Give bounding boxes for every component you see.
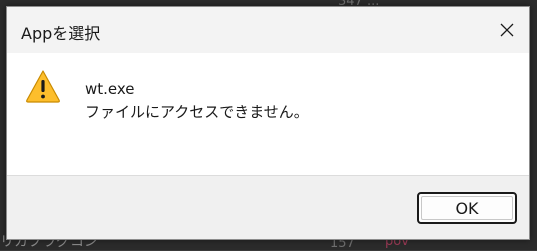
ok-button-label: OK — [455, 198, 479, 218]
dialog-content: wt.exe ファイルにアクセスできません。 — [7, 53, 529, 175]
dialog-footer: OK — [7, 175, 529, 239]
close-button[interactable] — [485, 7, 529, 53]
warning-icon — [26, 70, 60, 103]
file-name: wt.exe — [85, 80, 135, 98]
close-icon — [500, 23, 514, 37]
error-message: ファイルにアクセスできません。 — [85, 103, 309, 121]
error-dialog: Appを選択 wt.exe ファイルにアクセスできません。 OK — [6, 6, 530, 240]
dialog-title: Appを選択 — [21, 24, 101, 43]
dialog-titlebar[interactable]: Appを選択 — [7, 7, 529, 53]
ok-button[interactable]: OK — [417, 192, 517, 224]
